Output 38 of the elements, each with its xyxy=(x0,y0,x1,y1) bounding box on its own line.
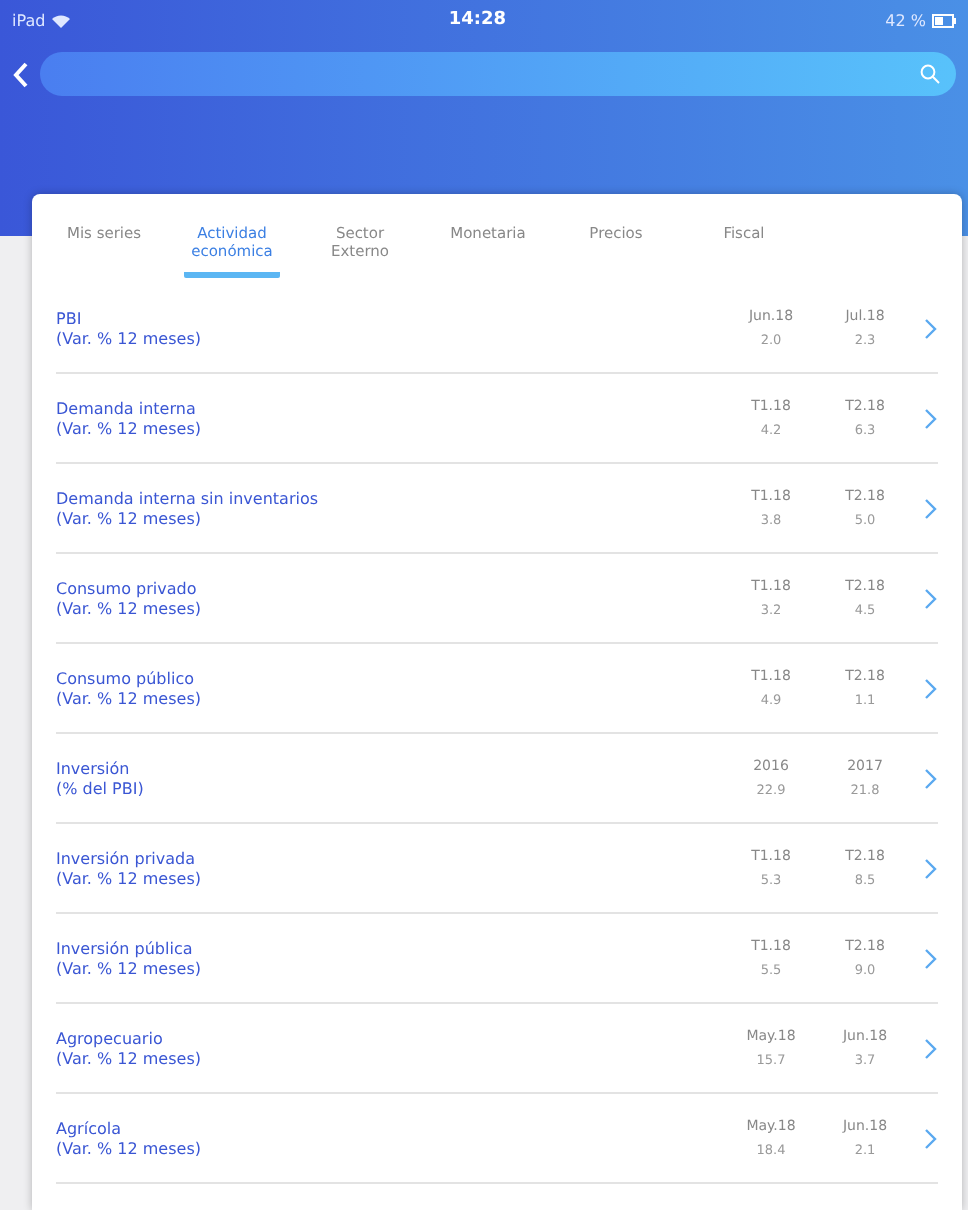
series-unit: (Var. % 12 meses) xyxy=(56,1049,203,1067)
series-name: Inversión privada xyxy=(56,849,197,867)
chevron-right-icon[interactable] xyxy=(922,947,938,969)
series-name: Consumo privado xyxy=(56,579,199,597)
battery-percent: 42 % xyxy=(885,11,926,29)
series-name: Demanda interna xyxy=(56,399,198,417)
series-name: Consumo público xyxy=(56,669,196,687)
status-time: 14:28 xyxy=(448,10,506,30)
chevron-right-icon[interactable] xyxy=(922,587,938,609)
chevron-right-icon[interactable] xyxy=(922,677,938,699)
series-name: Agrícola xyxy=(56,1119,123,1137)
series-name: Agropecuario xyxy=(56,1029,165,1047)
battery-icon xyxy=(932,13,956,27)
series-unit: (Var. % 12 meses) xyxy=(56,329,203,347)
series-name: Inversión pública xyxy=(56,939,195,957)
series-unit: (Var. % 12 meses) xyxy=(56,1139,203,1157)
device-label: iPad xyxy=(12,11,46,29)
series-unit: (Var. % 12 meses) xyxy=(56,599,203,617)
back-icon[interactable] xyxy=(12,61,28,87)
series-name: Inversión xyxy=(56,759,132,777)
chevron-right-icon[interactable] xyxy=(922,1037,938,1059)
series-unit: (Var. % 12 meses) xyxy=(56,869,203,887)
chevron-right-icon[interactable] xyxy=(922,767,938,789)
series-unit: (Var. % 12 meses) xyxy=(56,419,203,437)
chevron-right-icon[interactable] xyxy=(922,497,938,519)
search-icon[interactable] xyxy=(920,64,940,84)
series-unit: (Var. % 12 meses) xyxy=(56,509,203,527)
wifi-icon xyxy=(51,13,70,27)
chevron-right-icon[interactable] xyxy=(922,1127,938,1149)
series-unit: (Var. % 12 meses) xyxy=(56,959,203,977)
series-name: PBI xyxy=(56,309,84,327)
chevron-right-icon[interactable] xyxy=(922,407,938,429)
chevron-right-icon[interactable] xyxy=(922,857,938,879)
series-name: Demanda interna sin inventarios xyxy=(56,489,321,507)
series-unit: (% del PBI) xyxy=(56,779,146,797)
chevron-right-icon[interactable] xyxy=(922,317,938,339)
series-unit: (Var. % 12 meses) xyxy=(56,689,203,707)
search-field[interactable] xyxy=(40,52,956,96)
